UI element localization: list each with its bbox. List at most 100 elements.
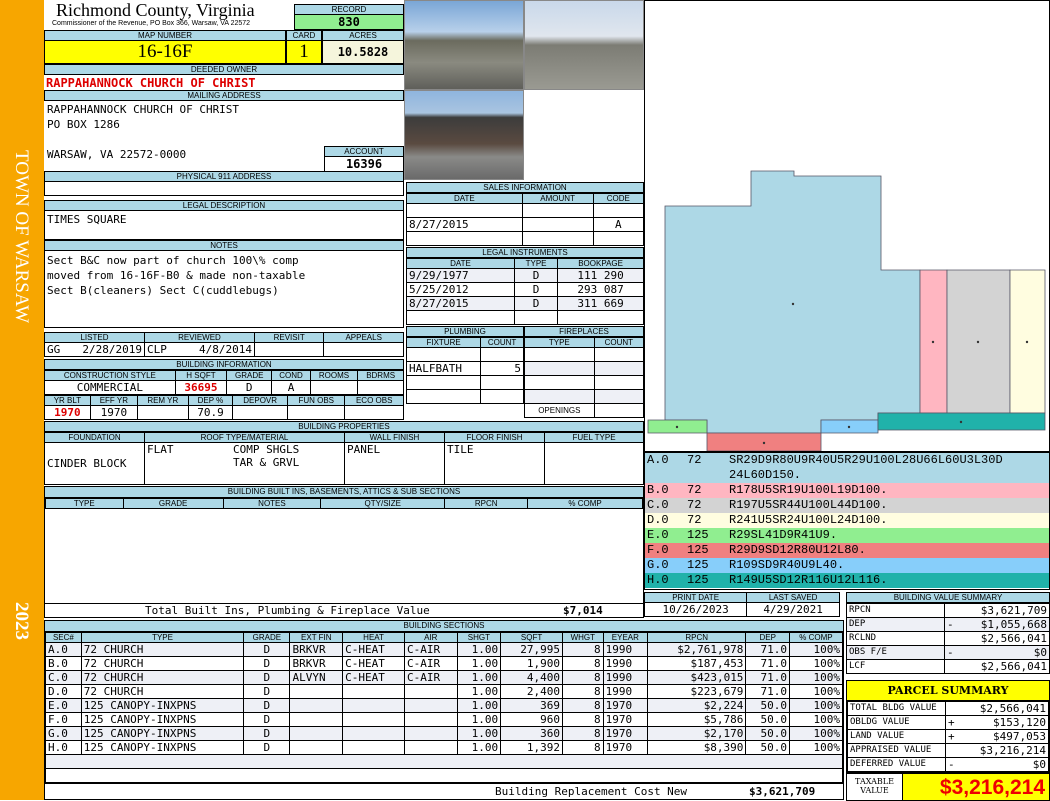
- roof-material-2: TAR & GRVL: [233, 456, 300, 469]
- table-cell: C-AIR: [403, 642, 458, 657]
- section-id: H.0: [647, 573, 669, 587]
- column-header: BDRMS: [357, 370, 404, 381]
- value-summary-row: RPCN $3,621,709: [846, 603, 1050, 618]
- column-header: YR BLT: [44, 395, 91, 406]
- table-cell: $2,170: [647, 726, 747, 741]
- town-label: TOWN OF WARSAW: [11, 150, 32, 324]
- record-box: RECORD 830: [294, 4, 404, 30]
- parcel-summary-value: $497,053: [993, 730, 1046, 743]
- year-label: 2023: [11, 602, 32, 640]
- column-header: GRADE: [226, 370, 273, 381]
- sketch-section-a[interactable]: [664, 170, 921, 434]
- section-id: G.0: [647, 558, 669, 572]
- table-cell: 8: [561, 726, 604, 741]
- sketch-legend-row[interactable]: D.0 72 R241U5SR24U100L24D100.: [645, 513, 1049, 528]
- column-header: NOTES: [222, 498, 322, 509]
- table-cell: 369: [500, 698, 563, 713]
- section-id: E.0: [647, 528, 669, 542]
- table-cell: 1.00: [456, 740, 502, 755]
- table-row: H.0 125 CANOPY-INXPNS D 1.00 1,392 8 1970 $8,39…: [45, 740, 844, 755]
- table-cell: [289, 726, 344, 741]
- column-header: WHGT: [561, 632, 604, 643]
- sketch-legend-row[interactable]: E.0 125 R29SL41D9R41U9.: [645, 528, 1049, 543]
- section-code: 125: [687, 558, 709, 572]
- fireplaces: FIREPLACES TYPE COUNT OPENINGS: [524, 326, 645, 418]
- table-cell: 1970: [602, 698, 649, 713]
- column-header: % COMP: [527, 498, 643, 509]
- column-header: TYPE: [80, 632, 245, 643]
- legal-instruments-label: LEGAL INSTRUMENTS: [406, 247, 644, 258]
- column-header: FUN OBS: [287, 395, 346, 406]
- table-cell: D: [243, 642, 291, 657]
- section-id: D.0: [647, 513, 669, 527]
- value-summary-value: $1,055,668: [980, 618, 1047, 631]
- column-header: QTY/SIZE: [320, 498, 446, 509]
- table-cell: 100%: [788, 712, 844, 727]
- value-summary-value: $3,621,709: [980, 604, 1047, 617]
- column-header: RPCN: [444, 498, 529, 509]
- address-line-1: RAPPAHANNOCK CHURCH OF CHRIST: [47, 103, 240, 116]
- parcel-summary-key: OBLDG VALUE: [847, 715, 946, 730]
- building-photo-1[interactable]: [404, 0, 524, 90]
- building-info-value: D: [226, 380, 273, 395]
- building-info-value: COMMERCIAL: [44, 380, 176, 395]
- column-header: RPCN: [647, 632, 747, 643]
- table-cell: [289, 712, 344, 727]
- table-cell: [480, 389, 524, 404]
- table-cell: 100%: [788, 670, 844, 685]
- table-cell: BRKVR: [289, 656, 344, 671]
- column-header: BOOKPAGE: [557, 258, 644, 269]
- table-cell: F.0: [45, 712, 82, 727]
- building-sketch[interactable]: [644, 0, 1050, 452]
- table-cell: 100%: [788, 642, 844, 657]
- sketch-legend-row[interactable]: F.0 125 R29D9SD12R80U12L80.: [645, 543, 1049, 558]
- table-cell: [592, 203, 645, 218]
- building-photo-2[interactable]: [524, 0, 644, 90]
- sketch-legend-row[interactable]: G.0 125 R109SD9R40U9L40.: [645, 558, 1049, 573]
- value-summary-key: RCLND: [846, 631, 945, 646]
- value-summary-key: LCF: [846, 659, 945, 674]
- table-cell: 100%: [788, 740, 844, 755]
- table-cell: 1.00: [456, 698, 502, 713]
- acres-value: 10.5828: [322, 41, 404, 64]
- table-cell: [289, 740, 344, 755]
- notes-box: Sect B&C now part of church 100\% comp m…: [44, 250, 404, 328]
- sketch-section-marker: [976, 340, 980, 344]
- table-cell: 71.0: [745, 684, 790, 699]
- fireplaces-label: FIREPLACES: [524, 326, 644, 337]
- table-cell: C-AIR: [403, 670, 458, 685]
- sketch-legend-row[interactable]: C.0 72 R197U5SR44U100L44D100.: [645, 498, 1049, 513]
- table-cell: [592, 231, 645, 246]
- column-header: H SQFT: [174, 370, 228, 381]
- map-label: MAP NUMBER: [44, 30, 286, 41]
- table-cell: 8: [561, 740, 604, 755]
- section-path: 24L60D150.: [729, 468, 802, 482]
- table-cell: 125 CANOPY-INXPNS: [80, 698, 245, 713]
- last-saved-label: LAST SAVED: [746, 592, 840, 603]
- table-cell: 9/29/1977: [406, 268, 515, 283]
- sketch-legend-row[interactable]: A.0 72 SR29D9R80U9R40U5R29U100L28U66L60U3L…: [645, 453, 1049, 483]
- sketch-legend-row[interactable]: H.0 125 R149U5SD12R116U12L116.: [645, 573, 1049, 588]
- value-summary-value: $2,566,041: [980, 632, 1047, 645]
- building-photo-3[interactable]: [404, 90, 524, 180]
- sketch-section-marker: [847, 425, 851, 429]
- parcel-summary-key: DEFERRED VALUE: [847, 757, 946, 772]
- table-cell: D: [243, 726, 291, 741]
- parcel-summary-title: PARCEL SUMMARY: [847, 681, 1049, 701]
- column-header: COND: [271, 370, 311, 381]
- revisit-label: REVISIT: [253, 332, 325, 343]
- building-info-value: 70.9: [187, 405, 234, 420]
- print-date-label: PRINT DATE: [643, 592, 748, 603]
- building-info-value: 36695: [174, 380, 228, 395]
- table-cell: 50.0: [745, 740, 790, 755]
- sketch-svg: [647, 170, 1046, 452]
- column-header: DEP %: [187, 395, 234, 406]
- roof-material-1: COMP SHGLS: [233, 443, 300, 456]
- table-row: G.0 125 CANOPY-INXPNS D 1.00 360 8 1970 $2,170 5…: [45, 726, 844, 741]
- table-cell: D: [243, 698, 291, 713]
- value-summary-row: RCLND $2,566,041: [846, 631, 1050, 646]
- legal-description: TIMES SQUARE: [44, 210, 404, 240]
- record-label: RECORD: [294, 4, 404, 15]
- section-code: 72: [687, 453, 702, 467]
- sketch-legend-row[interactable]: B.0 72 R178U5SR19U100L19D100.: [645, 483, 1049, 498]
